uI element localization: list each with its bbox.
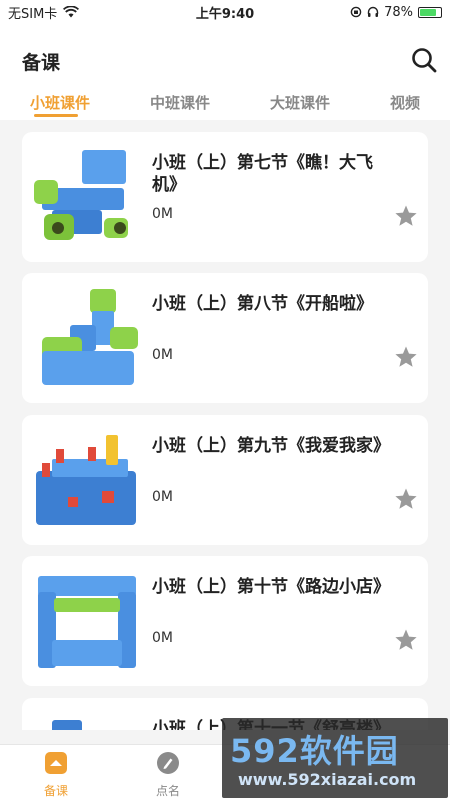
status-right: 78%: [292, 5, 442, 20]
course-title: 小班（上）第十节《路边小店》: [152, 577, 390, 597]
rotation-lock-icon: [350, 6, 362, 18]
tabbar-label: 点名: [155, 784, 180, 798]
course-title: 小班（上）第九节《我爱我家》: [152, 436, 390, 456]
airplane-blocks-image: [34, 150, 128, 240]
shop-blocks-image: [38, 576, 136, 668]
battery-percent: 78%: [384, 4, 413, 20]
active-tab-indicator: [34, 114, 78, 117]
tabbar-label: 备课: [43, 784, 68, 798]
course-size: 0M: [152, 489, 173, 505]
watermark: 592软件园 www.592xiazai.com: [222, 718, 448, 798]
star-icon[interactable]: [394, 487, 418, 511]
tab-middle-class[interactable]: 中班课件: [150, 92, 210, 113]
tab-video[interactable]: 视频: [390, 92, 420, 113]
course-card[interactable]: 小班（上）第九节《我爱我家》 0M: [22, 415, 428, 545]
star-icon[interactable]: [394, 345, 418, 369]
watermark-url: www.592xiazai.com: [238, 770, 417, 789]
course-title: 小班（上）第七节《瞧！大飞机》: [152, 153, 373, 195]
house-blocks-image: [36, 435, 136, 525]
headphones-icon: [367, 6, 379, 17]
course-size: 0M: [152, 206, 173, 222]
course-size: 0M: [152, 347, 173, 363]
status-time: 上午9:40: [195, 6, 255, 22]
pen-icon: [157, 752, 179, 774]
page-title: 备课: [22, 52, 61, 74]
tab-small-class[interactable]: 小班课件: [30, 92, 90, 113]
status-bar: 无SIM卡 上午9:40 78%: [0, 0, 450, 24]
header: 备课: [0, 24, 450, 88]
course-card[interactable]: 小班（上）第七节《瞧！大飞机》 0M: [22, 132, 428, 262]
course-title: 小班（上）第八节《开船啦》: [152, 294, 373, 314]
watermark-logo: 592软件园: [230, 732, 399, 770]
course-card[interactable]: 小班（上）第八节《开船啦》 0M: [22, 273, 428, 403]
tab-large-class[interactable]: 大班课件: [270, 92, 330, 113]
battery-fill: [420, 8, 436, 16]
status-left: 无SIM卡: [8, 3, 158, 22]
course-size: 0M: [152, 630, 173, 646]
boat-blocks-image: [42, 289, 138, 385]
carrier-label: 无SIM卡: [8, 6, 58, 22]
star-icon[interactable]: [394, 204, 418, 228]
tabbar-item-rollcall[interactable]: 点名: [138, 751, 198, 799]
search-icon[interactable]: [410, 46, 438, 74]
course-card[interactable]: 小班（上）第十节《路边小店》 0M: [22, 556, 428, 686]
course-tabs: 小班课件 中班课件 大班课件 视频: [0, 88, 450, 120]
tabbar-item-prepare[interactable]: 备课: [26, 751, 86, 799]
wifi-icon: [63, 6, 80, 18]
course-list: 小班（上）第七节《瞧！大飞机》 0M 小班（上）第八节《开船啦》 0M 小班（上…: [22, 132, 428, 730]
star-icon[interactable]: [394, 628, 418, 652]
tower-blocks-image: [52, 720, 82, 730]
battery-icon: [418, 6, 442, 18]
home-icon: [45, 752, 67, 774]
